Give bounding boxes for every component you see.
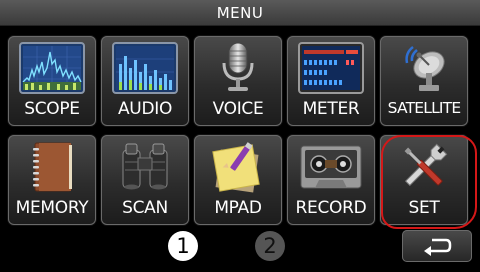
- scan-label: SCAN: [122, 198, 168, 218]
- audio-label: AUDIO: [117, 99, 173, 119]
- cassette-icon: [296, 139, 366, 195]
- binoculars-icon: [110, 139, 180, 195]
- scope-button[interactable]: SCOPE: [8, 36, 96, 126]
- notepad-icon: [203, 139, 273, 195]
- memory-book-icon: [17, 139, 87, 195]
- scope-icon: [17, 40, 87, 96]
- set-highlight-ring: [381, 135, 477, 229]
- voice-label: VOICE: [212, 99, 264, 119]
- page-indicator-2[interactable]: 2: [255, 231, 285, 261]
- microphone-icon: [203, 40, 273, 96]
- scan-button[interactable]: SCAN: [101, 135, 189, 225]
- page-title: MENU: [216, 3, 264, 22]
- voice-button[interactable]: VOICE: [194, 36, 282, 126]
- memory-label: MEMORY: [15, 198, 89, 218]
- mpad-button[interactable]: MPAD: [194, 135, 282, 225]
- satellite-label: SATELLITE: [387, 99, 461, 117]
- memory-button[interactable]: MEMORY: [8, 135, 96, 225]
- page-indicator-1-label: 1: [176, 234, 190, 258]
- record-label: RECORD: [295, 198, 367, 218]
- satellite-button[interactable]: SATELLITE: [380, 36, 468, 126]
- page-indicator-1[interactable]: 1: [168, 231, 198, 261]
- back-button[interactable]: [402, 230, 472, 262]
- meter-button[interactable]: METER: [287, 36, 375, 126]
- title-bar: MENU: [0, 0, 480, 26]
- meter-icon: [296, 40, 366, 96]
- meter-label: METER: [302, 99, 360, 119]
- mpad-label: MPAD: [214, 198, 262, 218]
- scope-label: SCOPE: [24, 99, 80, 119]
- record-button[interactable]: RECORD: [287, 135, 375, 225]
- audio-button[interactable]: AUDIO: [101, 36, 189, 126]
- satellite-dish-icon: [389, 40, 459, 96]
- return-arrow-icon: [424, 238, 452, 256]
- audio-icon: [110, 40, 180, 96]
- page-indicator-2-label: 2: [263, 234, 277, 258]
